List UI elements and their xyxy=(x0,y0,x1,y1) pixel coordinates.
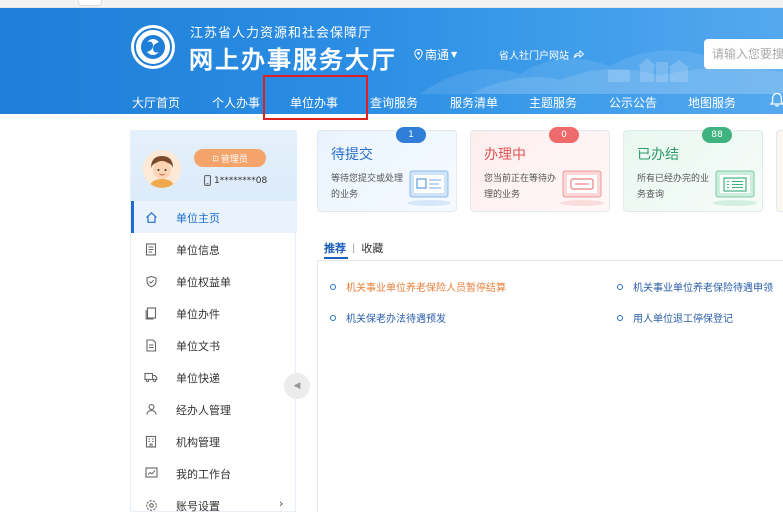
nav-item-personal[interactable]: 个人办事 xyxy=(212,94,260,111)
city-selector[interactable]: 南通 ▼ xyxy=(414,46,457,63)
card-description: 您当前正在等待办理的业务 xyxy=(484,174,557,200)
bullet-icon xyxy=(330,314,336,321)
card-partial-edge xyxy=(776,130,783,212)
browser-top-strip xyxy=(0,0,783,8)
tab-separator: | xyxy=(352,242,356,254)
sidebar-item-label: 单位权益单 xyxy=(176,276,231,289)
sidebar-item-account-settings[interactable]: 账号设置 › xyxy=(131,489,297,521)
shield-icon xyxy=(144,274,158,288)
chart-icon xyxy=(144,466,158,480)
nav-highlight-box xyxy=(263,75,368,120)
nav-item-notices[interactable]: 公示公告 xyxy=(609,94,657,111)
sidebar-item-cases[interactable]: 单位办件 xyxy=(131,297,297,329)
browser-tab-edge xyxy=(78,0,102,6)
files-icon xyxy=(144,306,158,320)
role-label: 管理员 xyxy=(220,154,248,165)
bell-icon[interactable] xyxy=(770,92,783,108)
portal-link-label: 省人社门户网站 xyxy=(499,51,569,62)
card-completed[interactable]: 88 已办结 所有已经办完的业务查询 xyxy=(623,127,763,212)
location-pin-icon xyxy=(414,49,423,60)
bullet-icon xyxy=(617,314,623,321)
main-nav: 大厅首页 个人办事 单位办事 查询服务 服务清单 主题服务 公示公告 地图服务 xyxy=(0,86,783,114)
bullet-icon xyxy=(617,283,623,290)
content-tabs: 推荐 | 收藏 xyxy=(324,238,383,258)
list-item[interactable]: 机关事业单位养老保险人员暂停结算 xyxy=(330,279,506,294)
sidebar-item-agents[interactable]: 经办人管理 xyxy=(131,393,297,425)
sidebar-item-documents[interactable]: 单位文书 xyxy=(131,329,297,361)
sidebar-item-label: 单位快递 xyxy=(176,372,220,385)
sidebar-item-label: 单位主页 xyxy=(176,212,220,225)
sidebar-menu: 单位主页 单位信息 单位权益单 单位办件 单位文书 单位快递 经办人管理 机构管… xyxy=(131,201,297,521)
list-item[interactable]: 机关保老办法待遇预发 xyxy=(330,310,446,325)
card-description: 所有已经办完的业务查询 xyxy=(637,174,710,200)
nav-item-topics[interactable]: 主题服务 xyxy=(529,94,577,111)
sidebar-item-label: 单位信息 xyxy=(176,244,220,257)
monitor-list-icon xyxy=(713,170,757,206)
sidebar: ⊡ 管理员 1********08 单位主页 单位信息 单位权益单 单位办件 单… xyxy=(130,130,297,513)
portal-link[interactable]: 省人社门户网站 xyxy=(499,47,584,62)
phone-text: 1********08 xyxy=(214,175,268,186)
role-badge: ⊡ 管理员 xyxy=(194,149,266,167)
card-pending-submit[interactable]: 1 待提交 等待您提交或处理的业务 xyxy=(317,127,457,212)
card-in-progress[interactable]: 0 办理中 您当前正在等待办理的业务 xyxy=(470,127,610,212)
phone-icon xyxy=(204,175,211,186)
paper-icon xyxy=(144,338,158,352)
caret-left-icon: ◀ xyxy=(293,381,301,391)
sidebar-item-workbench[interactable]: 我的工作台 xyxy=(131,457,297,489)
sidebar-item-label: 单位文书 xyxy=(176,340,220,353)
nav-item-home[interactable]: 大厅首页 xyxy=(132,94,180,111)
sidebar-item-unit-home[interactable]: 单位主页 xyxy=(131,201,297,233)
bullet-icon xyxy=(330,283,336,290)
phone-number: 1********08 xyxy=(204,175,267,186)
sidebar-item-label: 机构管理 xyxy=(176,436,220,449)
sidebar-item-label: 经办人管理 xyxy=(176,404,231,417)
truck-icon xyxy=(144,370,158,384)
card-description: 等待您提交或处理的业务 xyxy=(331,174,404,200)
gear-icon xyxy=(144,498,158,512)
list-item-label: 用人单位退工停保登记 xyxy=(633,314,733,325)
sidebar-item-label: 我的工作台 xyxy=(176,468,231,481)
list-item-label: 机关保老办法待遇预发 xyxy=(346,314,446,325)
count-badge: 0 xyxy=(549,127,579,143)
list-item[interactable]: 用人单位退工停保登记 xyxy=(617,310,733,325)
monitor-process-icon xyxy=(560,170,604,206)
city-name: 南通 xyxy=(425,48,450,62)
users-icon xyxy=(144,402,158,416)
tab-active-underline xyxy=(324,257,348,259)
sidebar-item-express[interactable]: 单位快递 xyxy=(131,361,297,393)
card-title: 待提交 xyxy=(331,147,373,163)
document-icon xyxy=(144,242,158,256)
admin-icon: ⊡ xyxy=(212,153,219,163)
org-name: 江苏省人力资源和社会保障厅 xyxy=(190,26,373,41)
recommend-panel: 机关事业单位养老保险人员暂停结算 机关事业单位养老保险待遇申领 机关保老办法待遇… xyxy=(317,260,783,512)
monitor-form-icon xyxy=(407,170,451,206)
avatar xyxy=(143,150,181,188)
site-title: 网上办事服务大厅 xyxy=(189,46,397,74)
nav-item-query[interactable]: 查询服务 xyxy=(370,94,418,111)
share-arrow-icon xyxy=(573,50,584,59)
sidebar-item-label: 单位办件 xyxy=(176,308,220,321)
card-title: 已办结 xyxy=(637,147,679,163)
count-badge: 88 xyxy=(702,127,732,143)
building-icon xyxy=(144,434,158,448)
chevron-right-icon: › xyxy=(279,497,284,510)
nav-item-service-list[interactable]: 服务清单 xyxy=(450,94,498,111)
sidebar-collapse-button[interactable]: ◀ xyxy=(284,373,310,399)
sidebar-item-rights[interactable]: 单位权益单 xyxy=(131,265,297,297)
list-item-label: 机关事业单位养老保险人员暂停结算 xyxy=(346,283,506,294)
tab-favorites[interactable]: 收藏 xyxy=(361,240,383,256)
caret-down-icon: ▼ xyxy=(451,50,458,59)
search-input[interactable] xyxy=(704,39,783,69)
nav-item-map[interactable]: 地图服务 xyxy=(688,94,736,111)
list-item-label: 机关事业单位养老保险待遇申领 xyxy=(633,283,773,294)
user-profile: ⊡ 管理员 1********08 xyxy=(131,131,297,201)
card-title: 办理中 xyxy=(484,147,526,163)
count-badge: 1 xyxy=(396,127,426,143)
tab-recommend[interactable]: 推荐 xyxy=(324,240,346,256)
logo-icon xyxy=(131,25,175,69)
list-item[interactable]: 机关事业单位养老保险待遇申领 xyxy=(617,279,773,294)
sidebar-item-unit-info[interactable]: 单位信息 xyxy=(131,233,297,265)
sidebar-item-org[interactable]: 机构管理 xyxy=(131,425,297,457)
home-icon xyxy=(144,210,158,224)
